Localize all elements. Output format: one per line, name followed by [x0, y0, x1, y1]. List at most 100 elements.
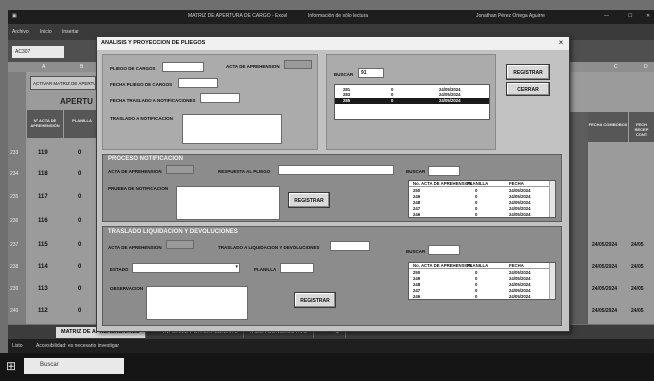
cell-planilla[interactable]: 0 — [78, 150, 81, 156]
header-fecha-recep[interactable]: FECH RECEP CONT — [629, 112, 654, 142]
cell-acta[interactable]: 118 — [38, 171, 48, 177]
chevron-down-icon[interactable]: ▾ — [235, 264, 238, 270]
row-header[interactable]: 240 — [10, 308, 18, 314]
list-item[interactable]: 246 0 24/05/2024 — [409, 294, 555, 299]
cell-acta[interactable]: 117 — [38, 194, 48, 200]
cell-date[interactable]: 24/05/2024 — [592, 242, 617, 248]
list-item[interactable]: 283 0 24/05/2024 — [335, 92, 489, 97]
list-item[interactable]: 246 0 24/05/2024 — [409, 212, 555, 217]
taskbar-search[interactable]: Buscar — [24, 358, 124, 374]
name-box[interactable]: AC307 — [12, 46, 64, 58]
registrar-notif-button[interactable]: REGISTRAR — [288, 192, 330, 208]
cerrar-button[interactable]: CERRAR — [506, 82, 550, 96]
registrar-top-button[interactable]: REGISTRAR — [506, 64, 550, 80]
cell-acta[interactable]: 113 — [38, 286, 48, 292]
maximize-icon[interactable]: ☐ — [628, 13, 632, 19]
list-item[interactable]: 248 0 24/05/2024 — [409, 282, 555, 287]
list-item[interactable]: 247 0 24/05/2024 — [409, 288, 555, 293]
list-item[interactable]: 250 0 24/05/2024 — [409, 188, 555, 193]
row-header[interactable]: 236 — [10, 218, 18, 224]
cell-date-short[interactable]: 24/05 — [631, 286, 644, 292]
cell-date-short[interactable]: 24/05 — [631, 242, 644, 248]
traslado-liq-input[interactable] — [330, 241, 370, 251]
cell-planilla[interactable]: 0 — [78, 218, 81, 224]
ribbon-tab-archivo[interactable]: Archivo — [12, 29, 29, 35]
liq-listbox[interactable]: No. ACTA DE APREHENSION PLANILLA FECHA 2… — [408, 262, 556, 300]
activar-matriz-button[interactable]: ACTIVAR MATRIZ DE APERTURA — [30, 76, 96, 90]
cell-date[interactable]: 24/05/2024 — [592, 308, 617, 314]
label-prueba: PRUEBA DE NOTIFICACION — [108, 186, 169, 191]
buscar-top-input[interactable]: 91 — [358, 68, 384, 78]
observacion-textarea[interactable] — [146, 286, 248, 320]
ribbon-tab-insertar[interactable]: Insertar — [62, 29, 79, 35]
cell-date-short[interactable]: 24/05 — [631, 308, 644, 314]
cell-acta[interactable]: 119 — [38, 150, 48, 156]
label-buscar-top: BUSCAR — [334, 72, 354, 77]
dialog-title: ANALISIS Y PROYECCION DE PLIEGOS — [97, 37, 569, 50]
row-header[interactable]: 234 — [10, 171, 18, 177]
list-item[interactable]: 247 0 24/05/2024 — [409, 206, 555, 211]
col-header-d[interactable]: D — [644, 64, 648, 70]
row-header[interactable]: 238 — [10, 264, 18, 270]
cell-acta[interactable]: 112 — [38, 308, 48, 314]
close-window-icon[interactable]: ✕ — [646, 13, 650, 19]
list-header: No. ACTA DE APREHENSION PLANILLA FECHA — [409, 181, 555, 187]
header-fecha-combobox[interactable]: FECHA COMBOBOX — [588, 112, 628, 142]
row-header[interactable]: 235 — [10, 194, 18, 200]
fecha-traslado-input[interactable] — [200, 93, 240, 103]
cell-date[interactable]: 24/05/2024 — [592, 264, 617, 270]
windows-start-icon[interactable]: ⊞ — [6, 359, 16, 373]
estado-select[interactable]: ▾ — [132, 263, 240, 273]
buscar-notif-input[interactable] — [428, 166, 460, 176]
cell-planilla[interactable]: 0 — [78, 194, 81, 200]
header-planilla[interactable]: PLANILLA — [64, 110, 100, 138]
planilla-input[interactable] — [280, 263, 314, 273]
label-traslado-liq: TRASLADO A LIQUIDACION Y DEVOLUCIONES — [218, 245, 320, 250]
col-header-c[interactable]: C — [614, 64, 618, 70]
traslado-textarea[interactable] — [182, 114, 282, 144]
row-header[interactable]: 237 — [10, 242, 18, 248]
list-scrollbar[interactable] — [549, 181, 555, 217]
registrar-liq-button[interactable]: REGISTRAR — [294, 292, 336, 308]
list-item-selected[interactable]: 285 0 24/05/2024 — [335, 98, 489, 104]
excel-title-mid: Información de sólo lectura — [308, 13, 369, 19]
notificacion-title: PROCESO NOTIFICACION — [108, 156, 184, 162]
list-item[interactable]: 249 0 24/05/2024 — [409, 194, 555, 199]
ribbon-tab-inicio[interactable]: Inicio — [40, 29, 52, 35]
acta-notif-input[interactable] — [166, 165, 194, 174]
row-header[interactable]: 233 — [10, 150, 18, 156]
col-header-b[interactable]: B — [80, 64, 83, 70]
excel-logo-icon: ▣ — [12, 13, 17, 19]
cell-planilla[interactable]: 0 — [78, 286, 81, 292]
respuesta-input[interactable] — [278, 165, 394, 175]
notif-listbox[interactable]: No. ACTA DE APREHENSION PLANILLA FECHA 2… — [408, 180, 556, 218]
cell-acta[interactable]: 115 — [38, 242, 48, 248]
cell-date-short[interactable]: 24/05 — [631, 264, 644, 270]
prueba-textarea[interactable] — [176, 186, 280, 220]
list-item[interactable]: 250 0 24/05/2024 — [409, 270, 555, 275]
minimize-icon[interactable]: — — [604, 13, 609, 19]
status-ready: Listo — [12, 343, 23, 349]
list-item[interactable]: 249 0 24/05/2024 — [409, 276, 555, 281]
cell-planilla[interactable]: 0 — [78, 308, 81, 314]
cell-planilla[interactable]: 0 — [78, 242, 81, 248]
dialog-close-icon[interactable]: × — [556, 38, 566, 48]
cell-date[interactable]: 24/05/2024 — [592, 286, 617, 292]
acta-input[interactable] — [284, 60, 312, 69]
cell-acta[interactable]: 114 — [38, 264, 48, 270]
col-header-a[interactable]: A — [42, 64, 45, 70]
list-scrollbar[interactable] — [549, 263, 555, 299]
top-listbox[interactable]: 281 0 24/05/2024 283 0 24/05/2024 285 0 … — [334, 84, 490, 120]
row-header[interactable]: 239 — [10, 286, 18, 292]
header-acta[interactable]: Nº ACTA DE APREHENSIÓN — [27, 110, 63, 138]
pliego-input[interactable] — [162, 62, 204, 72]
acta-liq-input[interactable] — [166, 240, 194, 249]
cell-planilla[interactable]: 0 — [78, 264, 81, 270]
fecha-pliego-input[interactable] — [178, 78, 218, 88]
list-item[interactable]: 248 0 24/05/2024 — [409, 200, 555, 205]
buscar-liq-input[interactable] — [428, 245, 460, 255]
cell-acta[interactable]: 116 — [38, 218, 48, 224]
user-name[interactable]: Jonathan Pérez Ortega Aguirre — [476, 13, 545, 19]
status-accessibility[interactable]: Accesibilidad: es necesario investigar — [36, 343, 119, 349]
cell-planilla[interactable]: 0 — [78, 171, 81, 177]
